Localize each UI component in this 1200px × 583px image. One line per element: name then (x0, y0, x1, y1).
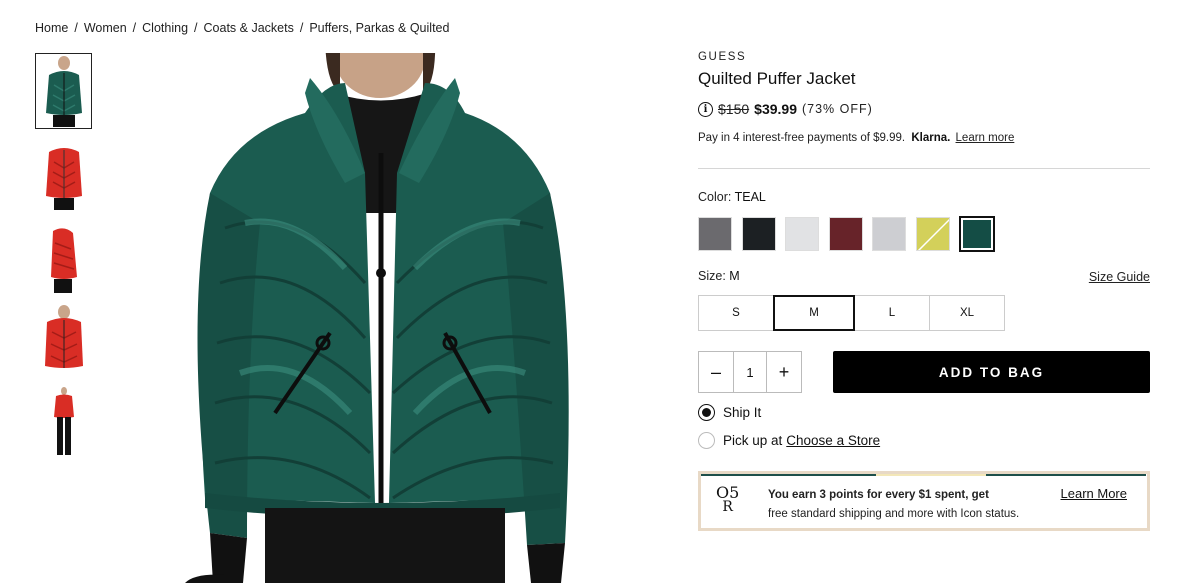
klarna-text: Pay in 4 interest-free payments of $9.99… (698, 132, 906, 144)
breadcrumb-separator: / (299, 21, 304, 35)
pickup-label: Pick up at (723, 433, 783, 448)
swatch-teal[interactable] (958, 216, 995, 252)
divider (698, 168, 1150, 169)
banner-stripe (986, 474, 1146, 476)
info-icon[interactable]: i (698, 101, 713, 117)
thumbnail-red-full-body[interactable] (35, 385, 92, 461)
logo-top: O5 (716, 483, 740, 502)
add-to-bag-button[interactable]: ADD TO BAG (833, 351, 1150, 393)
thumbnail-red-front[interactable] (35, 136, 92, 212)
banner-stripe (876, 474, 986, 476)
size-s-button[interactable]: S (698, 295, 774, 331)
size-xl-button[interactable]: XL (929, 295, 1005, 331)
breadcrumb-separator: / (132, 21, 137, 35)
saks-off-fifth-logo: O5 R (716, 485, 739, 515)
price-row: i $150 $39.99 (73% OFF) (698, 101, 873, 117)
breadcrumb-clothing[interactable]: Clothing (142, 21, 188, 35)
loyalty-line-1: You earn 3 points for every $1 spent, ge… (768, 489, 989, 501)
thumbnail-red-closeup[interactable] (35, 302, 92, 378)
size-l-button[interactable]: L (854, 295, 930, 331)
loyalty-learn-more-link[interactable]: Learn More (1061, 486, 1127, 501)
original-price: $150 (718, 101, 750, 117)
quantity-input[interactable]: 1 (733, 352, 767, 392)
color-selected-value: TEAL (734, 190, 766, 204)
breadcrumb-home[interactable]: Home (35, 21, 68, 35)
size-selected-value: M (729, 269, 740, 283)
product-main-image[interactable] (165, 53, 625, 583)
swatch-silver[interactable] (872, 217, 907, 251)
size-label-text: Size: (698, 269, 726, 283)
jacket-illustration (185, 53, 569, 583)
quantity-decrease-button[interactable]: – (699, 352, 733, 392)
breadcrumb: Home / Women / Clothing / Coats & Jacket… (35, 21, 449, 35)
breadcrumb-separator: / (194, 21, 198, 35)
klarna-row: Pay in 4 interest-free payments of $9.99… (698, 132, 1014, 144)
swatch-burgundy[interactable] (828, 217, 863, 251)
discount-label: (73% OFF) (801, 102, 873, 116)
color-label-text: Color: (698, 190, 732, 204)
thumbnail-teal-front[interactable] (35, 53, 92, 129)
size-label: Size: M (698, 269, 740, 283)
pickup-option[interactable]: Pick up at Choose a Store (698, 432, 880, 449)
loyalty-line-2: free standard shipping and more with Ico… (768, 508, 1020, 520)
swatch-lime[interactable] (915, 217, 950, 251)
logo-bottom: R (722, 499, 733, 515)
breadcrumb-women[interactable]: Women (84, 21, 127, 35)
unavailable-slash-icon (917, 218, 949, 250)
product-title: Quilted Puffer Jacket (698, 69, 856, 88)
sale-price: $39.99 (754, 101, 797, 117)
swatch-gray[interactable] (698, 217, 732, 251)
color-swatches (698, 216, 1003, 252)
ship-it-label: Ship It (723, 405, 762, 420)
pickup-radio[interactable] (698, 432, 715, 449)
banner-stripe (701, 474, 876, 476)
breadcrumb-separator: / (74, 21, 78, 35)
swatch-light-gray[interactable] (785, 217, 820, 251)
color-label: Color: TEAL (698, 190, 766, 204)
ship-it-radio[interactable] (698, 404, 715, 421)
breadcrumb-coats-jackets[interactable]: Coats & Jackets (204, 21, 294, 35)
quantity-increase-button[interactable]: + (767, 352, 801, 392)
size-options: S M L XL (698, 295, 1005, 331)
loyalty-text: You earn 3 points for every $1 spent, ge… (768, 486, 1019, 524)
swatch-black[interactable] (741, 217, 776, 251)
product-brand[interactable]: GUESS (698, 51, 746, 63)
klarna-learn-more-link[interactable]: Learn more (956, 132, 1015, 144)
klarna-logo: Klarna. (911, 132, 951, 144)
loyalty-banner: O5 R You earn 3 points for every $1 spen… (698, 471, 1150, 531)
ship-it-option[interactable]: Ship It (698, 404, 761, 421)
thumbnail-list (35, 53, 93, 468)
size-guide-link[interactable]: Size Guide (1089, 270, 1150, 284)
size-m-button[interactable]: M (773, 295, 855, 331)
choose-store-link[interactable]: Choose a Store (786, 433, 880, 448)
quantity-stepper: – 1 + (698, 351, 802, 393)
thumbnail-red-side[interactable] (35, 219, 92, 295)
breadcrumb-puffers[interactable]: Puffers, Parkas & Quilted (309, 21, 449, 35)
